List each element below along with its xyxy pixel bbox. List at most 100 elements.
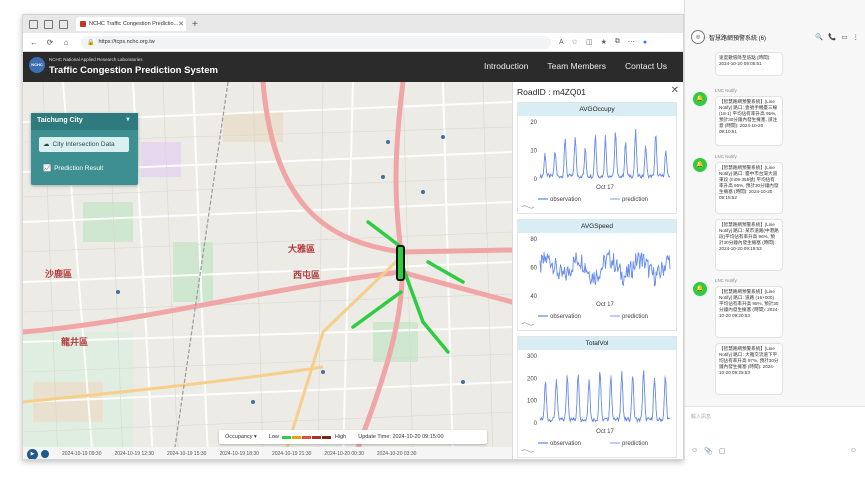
favicon-icon bbox=[80, 21, 86, 27]
back-icon[interactable]: ← bbox=[29, 38, 39, 47]
search-icon[interactable]: 🔍 bbox=[815, 33, 823, 41]
timeline-tick: 2024-10-19 18:30 bbox=[219, 451, 259, 457]
emoji-icon[interactable]: ☺ bbox=[691, 447, 698, 455]
timeline-tick: 2024-10-19 09:30 bbox=[62, 451, 102, 457]
chart-card-volume: TotalVol 0 100 200 300 Oct 17 observation pred… bbox=[517, 336, 677, 458]
y-tick-label: 0 bbox=[534, 421, 538, 427]
chat-header: ◎ 智慧路網預警系統 (6) 🔍 📞 ▭ ⋮ bbox=[685, 26, 865, 48]
x-tick-label: Oct 17 bbox=[596, 302, 614, 308]
notify-bot-avatar: 🔔 bbox=[693, 158, 707, 172]
prediction-result-button[interactable]: 📈 Prediction Result bbox=[39, 161, 129, 176]
cloud-icon: ☁ bbox=[43, 141, 50, 148]
chart-card-speed: AVGSpeed 40 60 80 Oct 17 observation predicti… bbox=[517, 219, 677, 331]
city-select-value: Taichung City bbox=[37, 117, 83, 124]
chart-title: AVGSpeed bbox=[518, 220, 676, 233]
url-text: https://tcps.nchc.org.tw bbox=[98, 39, 155, 45]
y-tick-label: 80 bbox=[530, 237, 537, 243]
message-bubble: 【智慧路網預警系統】[Line Notify] 路口: 某市道路(中港路段)平均… bbox=[715, 219, 783, 271]
metric-select[interactable]: Occupancy ▾ bbox=[225, 434, 257, 440]
message-input[interactable]: 輸入訊息 bbox=[691, 413, 711, 420]
road-detail-panel: RoadID : m4ZQ01 ✕ AVGOccupy 0 10 20 Oct 17 o… bbox=[512, 82, 683, 459]
timeline-tick: 2024-10-19 12:30 bbox=[114, 451, 154, 457]
site-nav: Introduction Team Members Contact Us bbox=[484, 61, 667, 71]
play-button[interactable]: ▶ bbox=[27, 448, 38, 459]
copilot-icon[interactable]: ● bbox=[643, 39, 647, 46]
split-screen-icon[interactable]: ◫ bbox=[586, 38, 593, 46]
nav-team-members[interactable]: Team Members bbox=[547, 61, 606, 71]
org-name: NCHC National Applied Research Laborator… bbox=[49, 57, 143, 62]
nchc-logo: NCHC bbox=[29, 57, 45, 73]
city-intersection-data-label: City Intersection Data bbox=[52, 141, 115, 148]
nav-contact-us[interactable]: Contact Us bbox=[625, 61, 667, 71]
favorites-list-icon[interactable]: ★ bbox=[601, 38, 607, 46]
close-tab-icon[interactable]: ✕ bbox=[178, 20, 184, 28]
chat-name: 智慧路網預警系統 (6) bbox=[709, 35, 767, 42]
timeline-tick: 2024-10-20 00:30 bbox=[324, 451, 364, 457]
chart-title: AVGOccupy bbox=[518, 103, 676, 116]
place-longjing: 龍井區 bbox=[61, 337, 89, 347]
home-icon[interactable]: ⌂ bbox=[61, 38, 71, 47]
menu-icon[interactable]: ⋮ bbox=[853, 33, 860, 41]
group-avatar: ◎ bbox=[691, 30, 705, 44]
message-sender: LNC Notify bbox=[715, 278, 737, 283]
lock-icon: 🔒 bbox=[87, 39, 95, 46]
message-bubble: 【智慧路網預警系統】[Line Notify] 路口: 臺中市台灣大道東段 (m… bbox=[715, 162, 783, 214]
city-select[interactable]: Taichung City ▼ bbox=[31, 113, 138, 130]
x-tick-label: Oct 17 bbox=[596, 185, 614, 191]
city-intersection-data-button[interactable]: ☁ City Intersection Data bbox=[39, 137, 129, 152]
range-slider-icon bbox=[521, 322, 535, 326]
place-shalu: 沙鹿區 bbox=[45, 269, 73, 279]
chat-input-area[interactable]: 輸入訊息 ☺ 📎 ▢ ☺ bbox=[685, 406, 865, 460]
message-bubble: 【智慧路網預警系統】[Line Notify] 路口: 大雅交流道下平均佔有率升… bbox=[715, 343, 783, 395]
sticker-icon[interactable]: ☺ bbox=[850, 447, 857, 454]
phone-icon[interactable]: 📞 bbox=[828, 33, 836, 41]
chart-avgspeed: 40 60 80 Oct 17 observation prediction bbox=[521, 237, 671, 326]
map-view[interactable]: 大雅區 西屯區 沙鹿區 龍井區 Taichung City ▼ ☁ City In… bbox=[23, 82, 512, 459]
nav-introduction[interactable]: Introduction bbox=[484, 61, 528, 71]
profile-icon[interactable] bbox=[29, 19, 38, 29]
place-daya: 大雅區 bbox=[288, 244, 316, 254]
tab-collections-icon[interactable] bbox=[44, 19, 53, 29]
notes-icon[interactable]: ▭ bbox=[841, 33, 847, 41]
metric-select-value: Occupancy bbox=[225, 434, 253, 440]
refresh-icon[interactable]: ⟳ bbox=[45, 38, 55, 47]
more-icon[interactable]: ⋯ bbox=[628, 38, 635, 46]
collections-icon[interactable]: ⧉ bbox=[615, 38, 620, 46]
legend-prediction-label: prediction bbox=[622, 441, 648, 447]
notify-bot-avatar: 🔔 bbox=[693, 92, 707, 106]
read-aloud-icon[interactable]: A bbox=[559, 39, 564, 46]
message-sender: LNC Notify bbox=[715, 154, 737, 159]
favorite-icon[interactable]: ☆ bbox=[572, 38, 578, 46]
range-slider-icon bbox=[521, 205, 535, 209]
series-observation-line bbox=[539, 250, 671, 287]
attach-icon[interactable]: 📎 bbox=[704, 447, 713, 455]
site-header: NCHC NCHC National Applied Research Labo… bbox=[23, 52, 683, 82]
y-tick-label: 200 bbox=[527, 376, 538, 382]
message-bubble: 速度數值降至低點 (時間): 2024-10-20 09:05:51 bbox=[715, 52, 783, 76]
browser-tab[interactable]: NCHC Traffic Congestion Predictio... ✕ bbox=[76, 17, 186, 31]
update-time: Update Time: 2024-10-20 09:15:00 bbox=[358, 434, 444, 440]
legend-swatch bbox=[321, 435, 331, 439]
y-tick-label: 0 bbox=[534, 177, 538, 183]
timeline-handle[interactable] bbox=[41, 450, 49, 458]
legend-swatch bbox=[311, 435, 321, 439]
x-tick-label: Oct 17 bbox=[596, 429, 614, 435]
new-tab-icon[interactable]: + bbox=[192, 19, 198, 30]
timeline-bar[interactable]: ▶ 2024-10-19 09:30 2024-10-19 12:30 2024… bbox=[23, 447, 512, 459]
legend-observation-label: observation bbox=[550, 441, 581, 447]
legend-observation-label: observation bbox=[550, 197, 581, 203]
input-tools: ☺ 📎 ▢ bbox=[691, 447, 726, 455]
y-tick-label: 20 bbox=[530, 120, 537, 126]
legend-low-label: Low bbox=[268, 434, 279, 440]
prediction-result-label: Prediction Result bbox=[54, 165, 104, 172]
url-input[interactable]: 🔒 https://tcps.nchc.org.tw bbox=[81, 35, 551, 49]
y-tick-label: 300 bbox=[527, 354, 538, 360]
vertical-tabs-icon[interactable] bbox=[59, 19, 68, 29]
screenshot-frame: NCHC Traffic Congestion Predictio... ✕ +… bbox=[0, 0, 865, 480]
city-panel: Taichung City ▼ ☁ City Intersection Data … bbox=[31, 113, 138, 185]
screenshot-icon[interactable]: ▢ bbox=[719, 447, 726, 455]
chart-card-occupy: AVGOccupy 0 10 20 Oct 17 observation predicti… bbox=[517, 102, 677, 214]
y-tick-label: 60 bbox=[530, 266, 537, 272]
legend-observation-label: observation bbox=[550, 314, 581, 320]
close-panel-icon[interactable]: ✕ bbox=[671, 85, 679, 96]
